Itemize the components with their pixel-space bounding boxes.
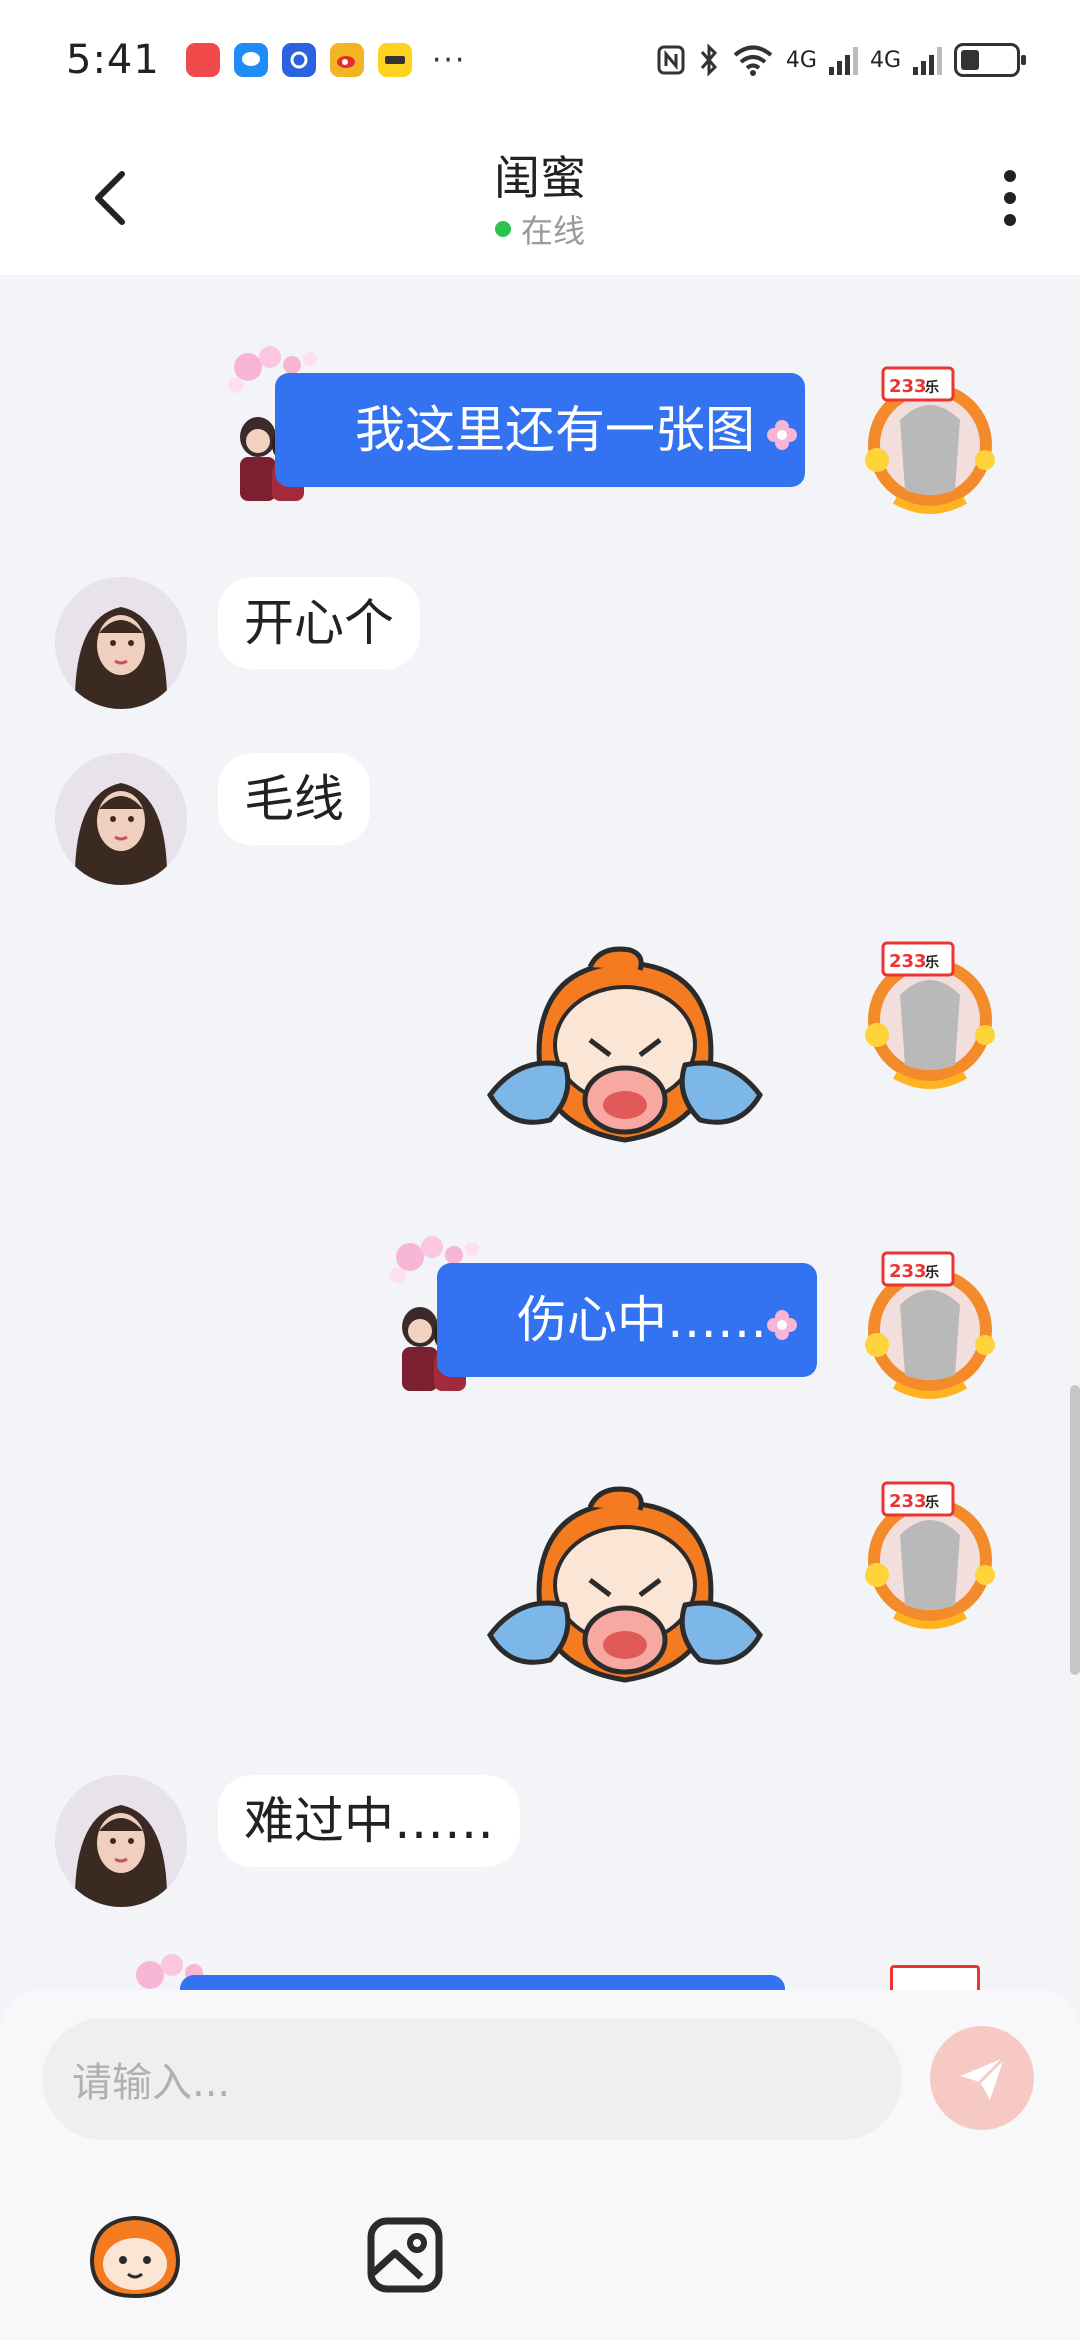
sticker-button[interactable] xyxy=(80,2200,190,2310)
svg-text:233: 233 xyxy=(889,376,927,397)
message-bubble-contact[interactable]: 开心个 xyxy=(218,577,420,669)
more-options-button[interactable] xyxy=(980,160,1040,235)
more-dot xyxy=(1004,191,1016,204)
message-text: 难过中…… xyxy=(244,1792,494,1850)
more-dot xyxy=(1004,213,1016,226)
contact-name: 闺蜜 xyxy=(494,151,586,205)
signal-icon-1 xyxy=(828,45,858,75)
user-avatar-icon: 233 乐 xyxy=(865,941,995,1089)
self-avatar[interactable]: 233 乐 xyxy=(855,1475,1005,1635)
self-avatar[interactable]: 233 乐 xyxy=(855,1245,1005,1405)
message-text: 毛线 xyxy=(244,770,344,828)
messages-icon xyxy=(233,43,268,77)
contact-avatar[interactable] xyxy=(55,753,187,885)
message-text: 伤心中…… xyxy=(517,1291,767,1349)
svg-text:乐: 乐 xyxy=(925,379,939,396)
sticker-message[interactable] xyxy=(480,1485,770,1700)
input-panel: 请输入... xyxy=(0,1990,1080,2340)
cat-face-icon xyxy=(89,2215,181,2299)
svg-text:233: 233 xyxy=(889,951,927,972)
app-icon-blue xyxy=(281,43,316,77)
message-bubble-contact[interactable]: 毛线 xyxy=(218,753,370,845)
crying-cat-sticker xyxy=(487,1486,763,1683)
svg-text:乐: 乐 xyxy=(925,1494,939,1511)
online-status: 在线 xyxy=(0,206,1080,252)
message-input[interactable]: 请输入... xyxy=(42,2018,902,2140)
notification-icons: ··· xyxy=(185,42,467,78)
self-avatar[interactable]: 233 乐 xyxy=(855,360,1005,520)
message-text: 我这里还有一张图 xyxy=(355,401,755,459)
svg-text:233: 233 xyxy=(889,1261,927,1282)
message-bubble-self[interactable]: 我这里还有一张图 xyxy=(275,373,805,487)
image-icon xyxy=(367,2217,443,2293)
app-icon-red xyxy=(185,43,220,77)
scrollbar[interactable] xyxy=(1070,1385,1080,1675)
status-more: ··· xyxy=(431,42,467,78)
meituan-icon xyxy=(377,43,412,77)
user-avatar-icon: 233 乐 xyxy=(865,366,995,514)
nfc-icon xyxy=(657,45,685,75)
image-button[interactable] xyxy=(350,2200,460,2310)
self-avatar[interactable]: 233 乐 xyxy=(855,935,1005,1095)
network-type-2: 4G xyxy=(869,47,901,73)
more-dot xyxy=(1004,169,1016,182)
contact-avatar[interactable] xyxy=(55,1775,187,1907)
status-bar: 5:41 ··· 4G 4G xyxy=(0,0,1080,120)
svg-text:233: 233 xyxy=(889,1491,927,1512)
network-type-1: 4G xyxy=(785,47,817,73)
girl-avatar-icon xyxy=(55,577,187,709)
svg-text:乐: 乐 xyxy=(925,954,939,971)
sticker-message[interactable] xyxy=(480,945,770,1160)
send-icon xyxy=(960,2056,1006,2100)
user-avatar-icon: 233 乐 xyxy=(865,1481,995,1629)
message-bubble-contact[interactable]: 难过中…… xyxy=(218,1775,520,1867)
status-time: 5:41 xyxy=(66,37,160,83)
system-indicators: 4G 4G xyxy=(656,43,1026,77)
message-list[interactable]: 我这里还有一张图 233 乐 开心个 毛线 233 乐 伤心中…… 233 乐 … xyxy=(0,275,1080,1995)
crying-cat-sticker xyxy=(487,946,763,1143)
girl-avatar-icon xyxy=(55,753,187,885)
message-bubble-self[interactable]: 伤心中…… xyxy=(437,1263,817,1377)
online-status-text: 在线 xyxy=(520,212,585,250)
signal-icon-2 xyxy=(913,45,942,75)
svg-text:乐: 乐 xyxy=(925,1264,939,1281)
contact-avatar[interactable] xyxy=(55,577,187,709)
wifi-icon xyxy=(733,45,773,76)
weibo-icon xyxy=(329,43,364,77)
message-text: 开心个 xyxy=(244,594,394,652)
chat-header: 闺蜜 在线 xyxy=(0,120,1080,275)
input-placeholder: 请输入... xyxy=(72,2060,231,2106)
girl-avatar-icon xyxy=(55,1775,187,1907)
bluetooth-icon xyxy=(700,43,717,77)
battery-icon xyxy=(954,43,1026,77)
online-dot-icon xyxy=(494,221,511,237)
user-avatar-icon: 233 乐 xyxy=(865,1251,995,1399)
send-button[interactable] xyxy=(930,2026,1034,2130)
